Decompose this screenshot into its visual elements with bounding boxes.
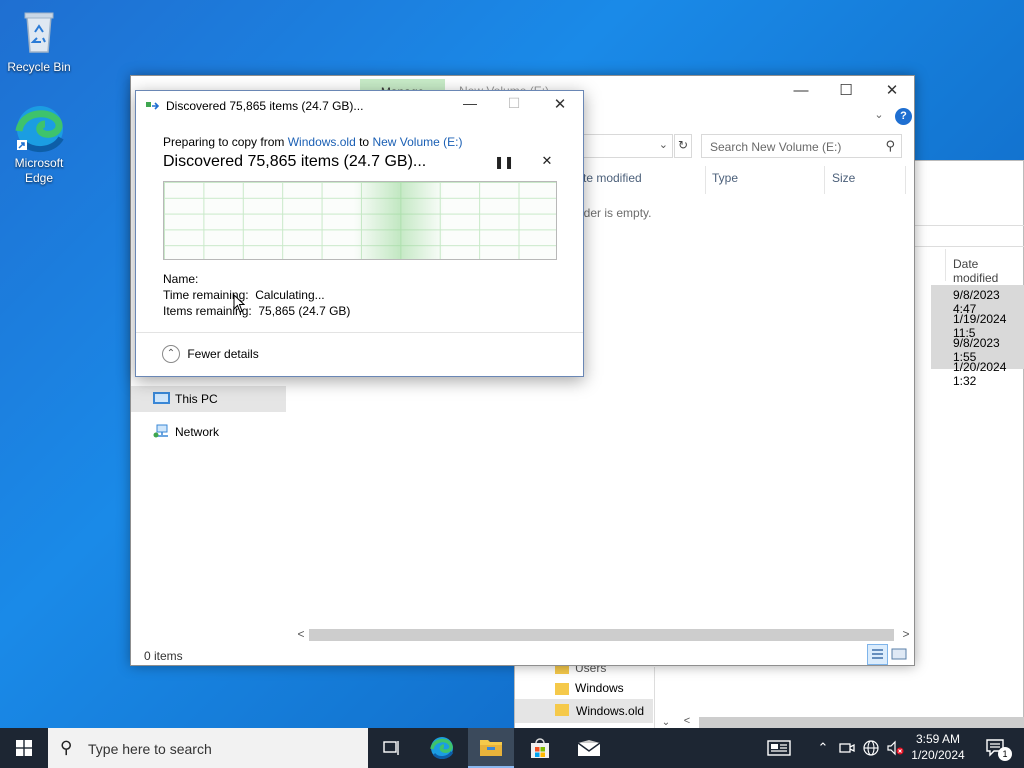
preparing-text: Preparing to copy from	[163, 135, 288, 149]
destination-link[interactable]: New Volume (E:)	[372, 135, 462, 149]
items-remaining-value: 75,865 (24.7 GB)	[258, 304, 351, 318]
search-input[interactable]: Search New Volume (E:)	[710, 140, 841, 154]
large-icons-view-icon[interactable]	[891, 646, 907, 662]
scroll-left-icon[interactable]: <	[291, 627, 311, 643]
bg-date-cell: 9/8/2023 4:47	[953, 288, 1000, 316]
volume-muted-icon[interactable]	[884, 728, 906, 768]
name-label: Name:	[163, 272, 199, 286]
edge-label-line2: Edge	[24, 171, 54, 185]
taskbar-file-explorer-button[interactable]	[468, 728, 514, 768]
bg-date-cell: 9/8/2023 1:55	[953, 336, 1000, 364]
fewer-details-button[interactable]: ⌃ Fewer details	[162, 345, 259, 365]
details-view-icon[interactable]	[867, 644, 888, 665]
search-icon[interactable]: ⚲	[885, 138, 895, 154]
store-icon	[531, 738, 549, 758]
edge-icon	[15, 104, 64, 152]
clock-time: 3:59 AM	[915, 732, 961, 746]
action-center-button[interactable]: 1	[976, 728, 1016, 768]
task-view-icon	[383, 741, 399, 755]
nav-item-network[interactable]: Network	[131, 419, 286, 445]
recycle-bin-icon	[15, 8, 63, 56]
mouse-cursor-icon	[233, 293, 246, 314]
bg-tree-item-windows-old[interactable]: Windows.old	[515, 699, 653, 723]
network-globe-icon[interactable]	[860, 728, 882, 768]
desktop-icon-edge[interactable]: Microsoft Edge	[1, 104, 77, 186]
cancel-copy-icon[interactable]: ✕	[539, 153, 555, 169]
empty-folder-message: lder is empty.	[581, 206, 652, 220]
search-box[interactable]: Search New Volume (E:) ⚲	[701, 134, 902, 158]
dialog-maximize-icon: ☐	[507, 95, 521, 111]
copy-icon	[146, 100, 160, 112]
folder-icon	[555, 682, 569, 695]
notification-count-badge: 1	[998, 747, 1012, 761]
folder-icon	[555, 704, 569, 716]
mail-icon	[577, 740, 601, 756]
fewer-details-label: Fewer details	[187, 347, 259, 361]
bg-column-date[interactable]: Date modified	[945, 249, 1024, 285]
help-icon[interactable]: ?	[895, 108, 912, 125]
horizontal-scrollbar-thumb[interactable]	[309, 629, 894, 641]
source-link[interactable]: Windows.old	[288, 135, 356, 149]
task-view-button[interactable]	[370, 728, 414, 768]
maximize-icon[interactable]: ☐	[823, 76, 869, 104]
taskbar: ⚲ Type here to search ⌃ 3:59 AM 1/20/202…	[0, 728, 1024, 768]
progress-heading: Discovered 75,865 items (24.7 GB)...	[163, 153, 427, 170]
taskbar-edge-button[interactable]	[420, 728, 464, 768]
scroll-right-icon[interactable]: >	[898, 627, 914, 643]
taskbar-mail-button[interactable]	[566, 728, 612, 768]
column-header-date-modified[interactable]: te modified	[581, 166, 706, 194]
bg-tree-pane: Users Windows Windows.old	[515, 661, 655, 731]
time-remaining-value: Calculating...	[255, 288, 325, 302]
edge-label-line1: Microsoft	[14, 156, 64, 170]
nav-label-network: Network	[175, 425, 220, 439]
copy-source-line: Preparing to copy from Windows.old to Ne…	[163, 135, 462, 149]
show-hidden-icons-chevron-icon[interactable]: ⌃	[812, 728, 834, 768]
folder-icon	[480, 740, 502, 756]
column-header-size[interactable]: Size	[826, 166, 906, 194]
search-icon: ⚲	[60, 738, 73, 757]
refresh-icon[interactable]: ↻	[674, 134, 692, 158]
copy-progress-dialog[interactable]: Discovered 75,865 items (24.7 GB)... — ☐…	[135, 90, 584, 377]
bg-date-cell: 1/20/2024 1:32	[953, 360, 1007, 388]
computer-icon	[153, 392, 170, 404]
news-icon	[767, 740, 791, 756]
address-bar[interactable]: ⌄	[571, 134, 673, 158]
bg-address-strip	[915, 225, 1024, 247]
dialog-close-icon[interactable]: ✕	[548, 95, 572, 113]
nav-label-this-pc: This PC	[175, 392, 218, 406]
news-widget-button[interactable]	[760, 728, 798, 768]
taskbar-search-box[interactable]: ⚲ Type here to search	[48, 728, 368, 768]
network-icon	[153, 424, 170, 438]
ribbon-expand-chevron-icon[interactable]: ⌄	[871, 108, 887, 124]
start-button[interactable]	[0, 728, 48, 768]
to-text: to	[355, 135, 373, 149]
pause-icon[interactable]: ❚❚	[494, 155, 514, 171]
windows-logo-icon	[16, 740, 32, 756]
bg-selected-rows[interactable]: 9/8/2023 4:47 1/19/2024 11:5 9/8/2023 1:…	[931, 285, 1024, 388]
dialog-title: Discovered 75,865 items (24.7 GB)...	[166, 99, 364, 113]
edge-icon	[430, 737, 454, 759]
dialog-divider	[136, 332, 583, 333]
clock-date: 1/20/2024	[911, 748, 965, 762]
bg-date-cell: 1/19/2024 11:5	[953, 312, 1007, 340]
nav-item-this-pc[interactable]: This PC	[131, 386, 286, 412]
dialog-minimize-icon[interactable]: —	[458, 95, 482, 111]
close-icon[interactable]: ✕	[869, 76, 915, 104]
items-remaining-row: Items remaining: 75,865 (24.7 GB)	[163, 304, 350, 318]
meet-now-icon[interactable]	[836, 728, 858, 768]
column-header-type[interactable]: Type	[707, 166, 825, 194]
status-item-count: 0 items	[144, 649, 183, 663]
transfer-speed-graph	[163, 181, 557, 260]
recycle-bin-label: Recycle Bin	[7, 60, 71, 74]
dialog-titlebar[interactable]: Discovered 75,865 items (24.7 GB)... — ☐…	[136, 91, 583, 121]
taskbar-store-button[interactable]	[518, 728, 562, 768]
progress-indicator-glow	[354, 182, 444, 259]
taskbar-clock[interactable]: 3:59 AM 1/20/2024	[906, 731, 970, 763]
minimize-icon[interactable]: —	[778, 76, 824, 104]
bg-tree-item-windows[interactable]: Windows	[555, 681, 624, 695]
chevron-up-icon: ⌃	[162, 345, 180, 363]
desktop-icon-recycle-bin[interactable]: Recycle Bin	[1, 8, 77, 75]
taskbar-search-input[interactable]: Type here to search	[88, 741, 212, 757]
address-dropdown-icon[interactable]: ⌄	[659, 138, 668, 151]
